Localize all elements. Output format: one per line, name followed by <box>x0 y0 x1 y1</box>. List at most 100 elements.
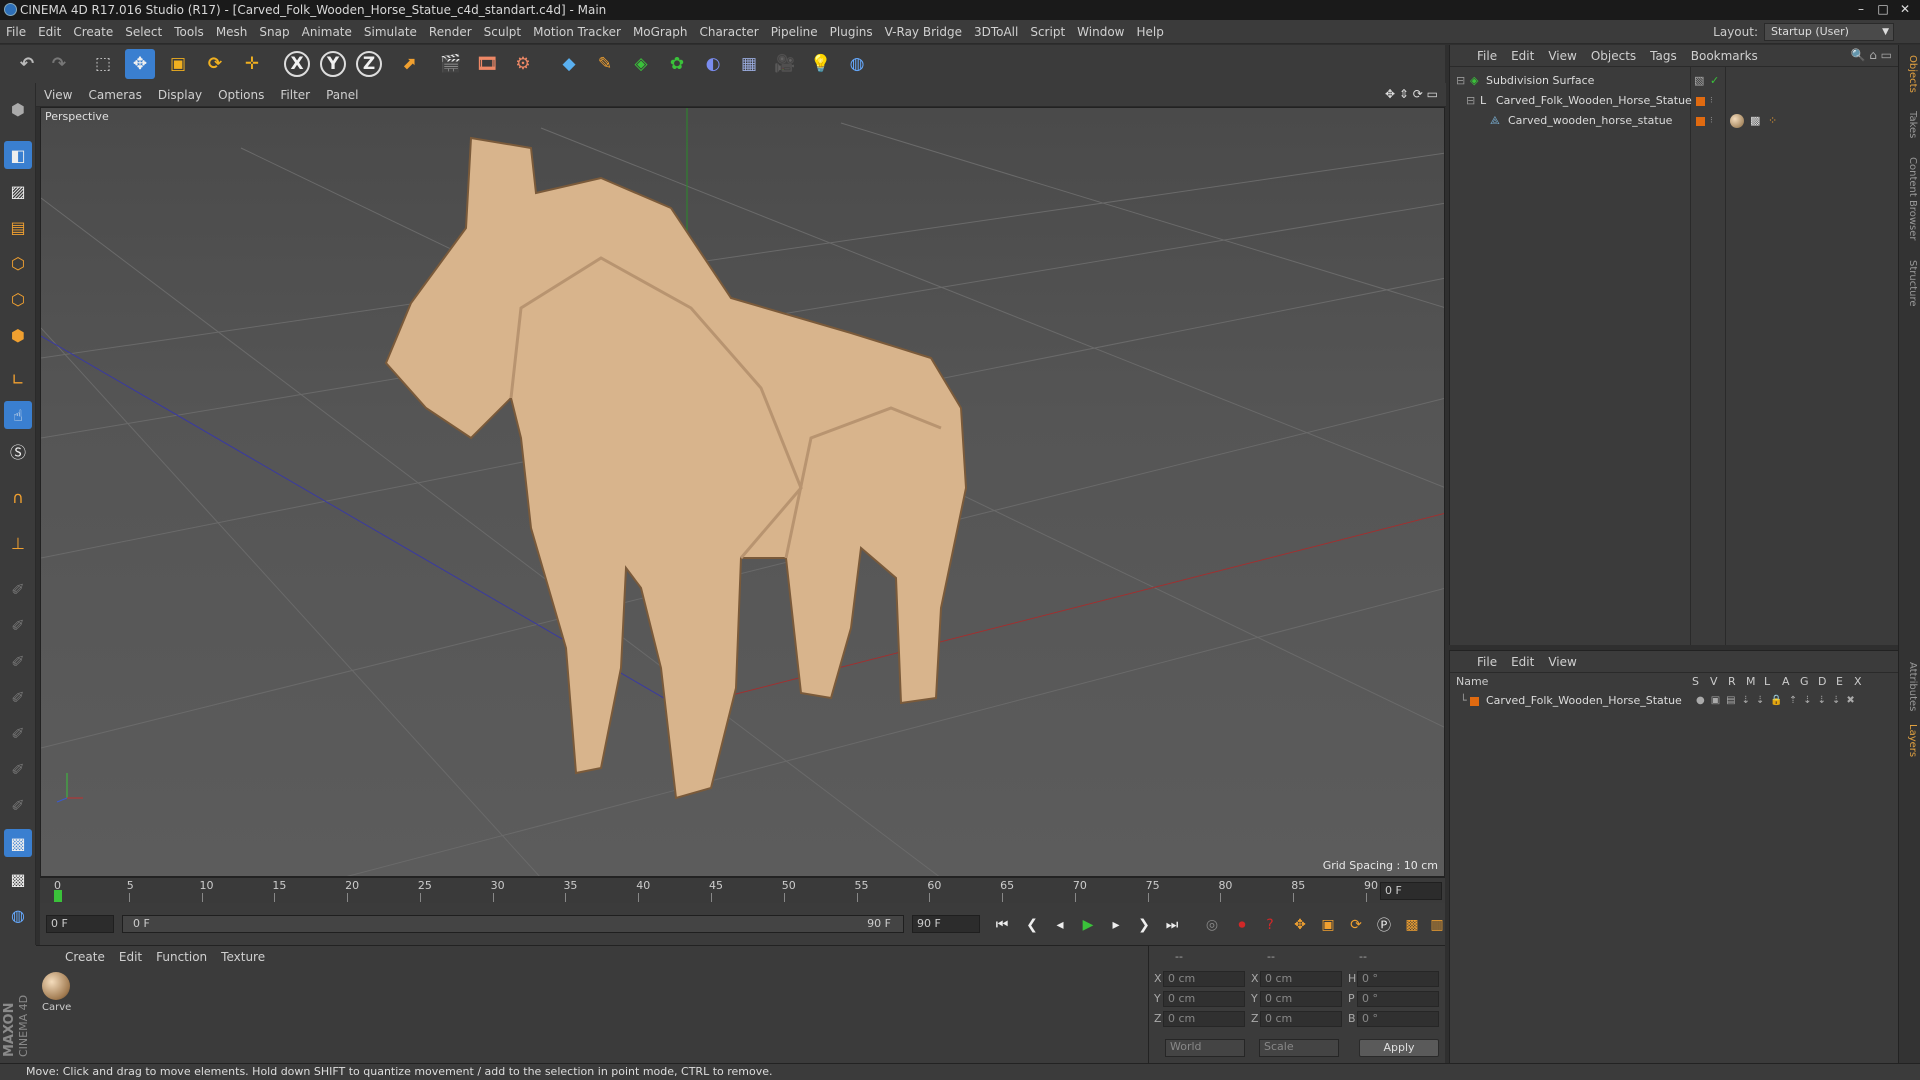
objects-menu-tags[interactable]: Tags <box>1643 45 1684 67</box>
python-script-icon[interactable]: ◍ <box>4 901 32 929</box>
timeline-menu-icon[interactable]: ▥ <box>1430 913 1444 937</box>
rot-p-field[interactable]: 0 ° <box>1357 991 1439 1007</box>
menu-edit[interactable]: Edit <box>32 20 67 44</box>
viewport-menu-cameras[interactable]: Cameras <box>80 83 149 107</box>
layer-toggle-icon[interactable]: ▧ <box>1694 71 1704 91</box>
menu-mograph[interactable]: MoGraph <box>627 20 694 44</box>
recent-tool-icon[interactable]: ✛ <box>237 49 267 79</box>
phong-tag-icon[interactable]: ⁘ <box>1768 111 1777 131</box>
viewport-menu-display[interactable]: Display <box>150 83 210 107</box>
objects-menu-objects[interactable]: Objects <box>1584 45 1643 67</box>
rotate-tool-icon[interactable]: ⟳ <box>200 49 230 79</box>
menu-tools[interactable]: Tools <box>168 20 210 44</box>
key-pla-icon[interactable]: ▩ <box>1400 913 1424 937</box>
paint-icon[interactable]: ▩ <box>4 865 32 893</box>
menu-file[interactable]: File <box>0 20 32 44</box>
key-scale-icon[interactable]: ▣ <box>1316 913 1340 937</box>
horse-statue-model[interactable] <box>384 136 968 800</box>
render-view-icon[interactable]: 🎬 <box>436 49 466 79</box>
z-axis-lock-icon[interactable]: Z <box>356 51 382 77</box>
search-icon[interactable]: 🔍 ⌂ ▭ <box>1850 48 1892 62</box>
menu-vray-bridge[interactable]: V-Ray Bridge <box>879 20 968 44</box>
render-picture-viewer-icon[interactable]: 🎞 <box>472 49 502 79</box>
collapse-icon[interactable]: ⊟ <box>1466 91 1475 111</box>
layout-dropdown[interactable]: Startup (User) ▼ <box>1764 23 1894 41</box>
menu-pipeline[interactable]: Pipeline <box>765 20 824 44</box>
python-icon[interactable]: ◍ <box>842 49 872 79</box>
visibility-dots-icon[interactable]: ⁝ <box>1710 111 1713 131</box>
coordinate-system-icon[interactable]: ⬈ <box>394 49 424 79</box>
snap-icon[interactable]: Ⓢ <box>4 437 32 465</box>
layers-menu-file[interactable]: File <box>1470 651 1504 673</box>
frame-range-slider[interactable]: 0 F 90 F <box>122 915 904 933</box>
pos-y-field[interactable]: 0 cm <box>1163 991 1245 1007</box>
close-button[interactable]: ✕ <box>1894 1 1916 17</box>
model-mode-icon[interactable]: ◧ <box>4 141 32 169</box>
material-swatch[interactable]: Carve <box>42 972 72 1013</box>
spline-pen-icon[interactable]: ✎ <box>590 49 620 79</box>
coord-system-dropdown[interactable]: World <box>1165 1039 1245 1057</box>
tab-layers[interactable]: Layers <box>1902 721 1918 761</box>
axis-mode-icon[interactable]: ∟ <box>4 365 32 393</box>
checkerboard-icon[interactable]: ▩ <box>4 829 32 857</box>
visibility-dots-icon[interactable]: ⁝ <box>1710 91 1713 111</box>
collapse-icon[interactable]: ⊟ <box>1456 71 1465 91</box>
sculpt-brush-icon[interactable]: ✐ <box>4 683 32 711</box>
record-icon[interactable]: ⏺ <box>1230 913 1254 937</box>
menu-render[interactable]: Render <box>423 20 478 44</box>
autokey-icon[interactable]: ? <box>1258 913 1282 937</box>
layer-color-swatch[interactable] <box>1696 97 1705 106</box>
floor-object-icon[interactable]: ▦ <box>734 49 764 79</box>
objects-menu-file[interactable]: File <box>1470 45 1504 67</box>
points-mode-icon[interactable]: ⬡ <box>4 249 32 277</box>
viewport-menu-panel[interactable]: Panel <box>318 83 366 107</box>
menu-window[interactable]: Window <box>1071 20 1130 44</box>
menu-3dtoall[interactable]: 3DToAll <box>968 20 1024 44</box>
objects-menu-bookmarks[interactable]: Bookmarks <box>1684 45 1765 67</box>
menu-sculpt[interactable]: Sculpt <box>478 20 527 44</box>
tree-row-horse-mesh[interactable]: ⟁ Carved_wooden_horse_statue ⁝ ▩ ⁘ <box>1450 111 1899 131</box>
menu-plugins[interactable]: Plugins <box>824 20 879 44</box>
start-frame-field[interactable]: 0 F <box>46 915 114 933</box>
coord-mode-dropdown[interactable]: Scale <box>1259 1039 1339 1057</box>
tab-takes[interactable]: Takes <box>1902 105 1918 145</box>
edges-mode-icon[interactable]: ⬡ <box>4 285 32 313</box>
timeline-ruler[interactable]: 0 5 10 15 20 25 30 35 40 45 50 55 60 65 70 75 80 85 90 0 F <box>40 877 1445 903</box>
material-menu-edit[interactable]: Edit <box>112 946 149 968</box>
menu-select[interactable]: Select <box>119 20 168 44</box>
tree-row-subdivision[interactable]: ⊟ ◈ Subdivision Surface ▧ ✓ <box>1450 71 1899 91</box>
apply-button[interactable]: Apply <box>1359 1039 1439 1057</box>
menu-character[interactable]: Character <box>693 20 764 44</box>
pos-x-field[interactable]: 0 cm <box>1163 971 1245 987</box>
render-settings-icon[interactable]: ⚙ <box>508 49 538 79</box>
menu-motion-tracker[interactable]: Motion Tracker <box>527 20 627 44</box>
cube-object-icon[interactable]: ◆ <box>554 49 584 79</box>
next-frame-icon[interactable]: ▸ <box>1104 913 1128 937</box>
viewport-menu-filter[interactable]: Filter <box>272 83 318 107</box>
scale-tool-icon[interactable]: ▣ <box>163 49 193 79</box>
rot-b-field[interactable]: 0 ° <box>1357 1011 1439 1027</box>
tab-attributes[interactable]: Attributes <box>1902 657 1918 717</box>
menu-snap[interactable]: Snap <box>253 20 295 44</box>
enabled-check-icon[interactable]: ✓ <box>1710 71 1719 91</box>
maximize-button[interactable]: □ <box>1872 1 1894 17</box>
menu-create[interactable]: Create <box>67 20 119 44</box>
sculpt-relax-icon[interactable]: ✐ <box>4 647 32 675</box>
sculpt-grab-icon[interactable]: ✐ <box>4 719 32 747</box>
sculpt-inflate-icon[interactable]: ✐ <box>4 791 32 819</box>
menu-animate[interactable]: Animate <box>296 20 358 44</box>
sculpt-flatten-icon[interactable]: ✐ <box>4 755 32 783</box>
previous-frame-icon[interactable]: ◂ <box>1048 913 1072 937</box>
menu-simulate[interactable]: Simulate <box>358 20 423 44</box>
layers-menu-view[interactable]: View <box>1541 651 1583 673</box>
sculpt-smooth-icon[interactable]: ✐ <box>4 611 32 639</box>
go-to-end-icon[interactable]: ⏭ <box>1160 913 1184 937</box>
playhead-marker[interactable] <box>54 890 62 902</box>
previous-key-icon[interactable]: ❮ <box>1020 913 1044 937</box>
sculpt-pull-icon[interactable]: ✐ <box>4 575 32 603</box>
key-rotation-icon[interactable]: ⟳ <box>1344 913 1368 937</box>
layer-color-swatch[interactable] <box>1470 697 1479 706</box>
uvw-tag-icon[interactable]: ▩ <box>1750 111 1760 131</box>
light-object-icon[interactable]: 💡 <box>806 49 836 79</box>
tab-structure[interactable]: Structure <box>1902 253 1918 313</box>
